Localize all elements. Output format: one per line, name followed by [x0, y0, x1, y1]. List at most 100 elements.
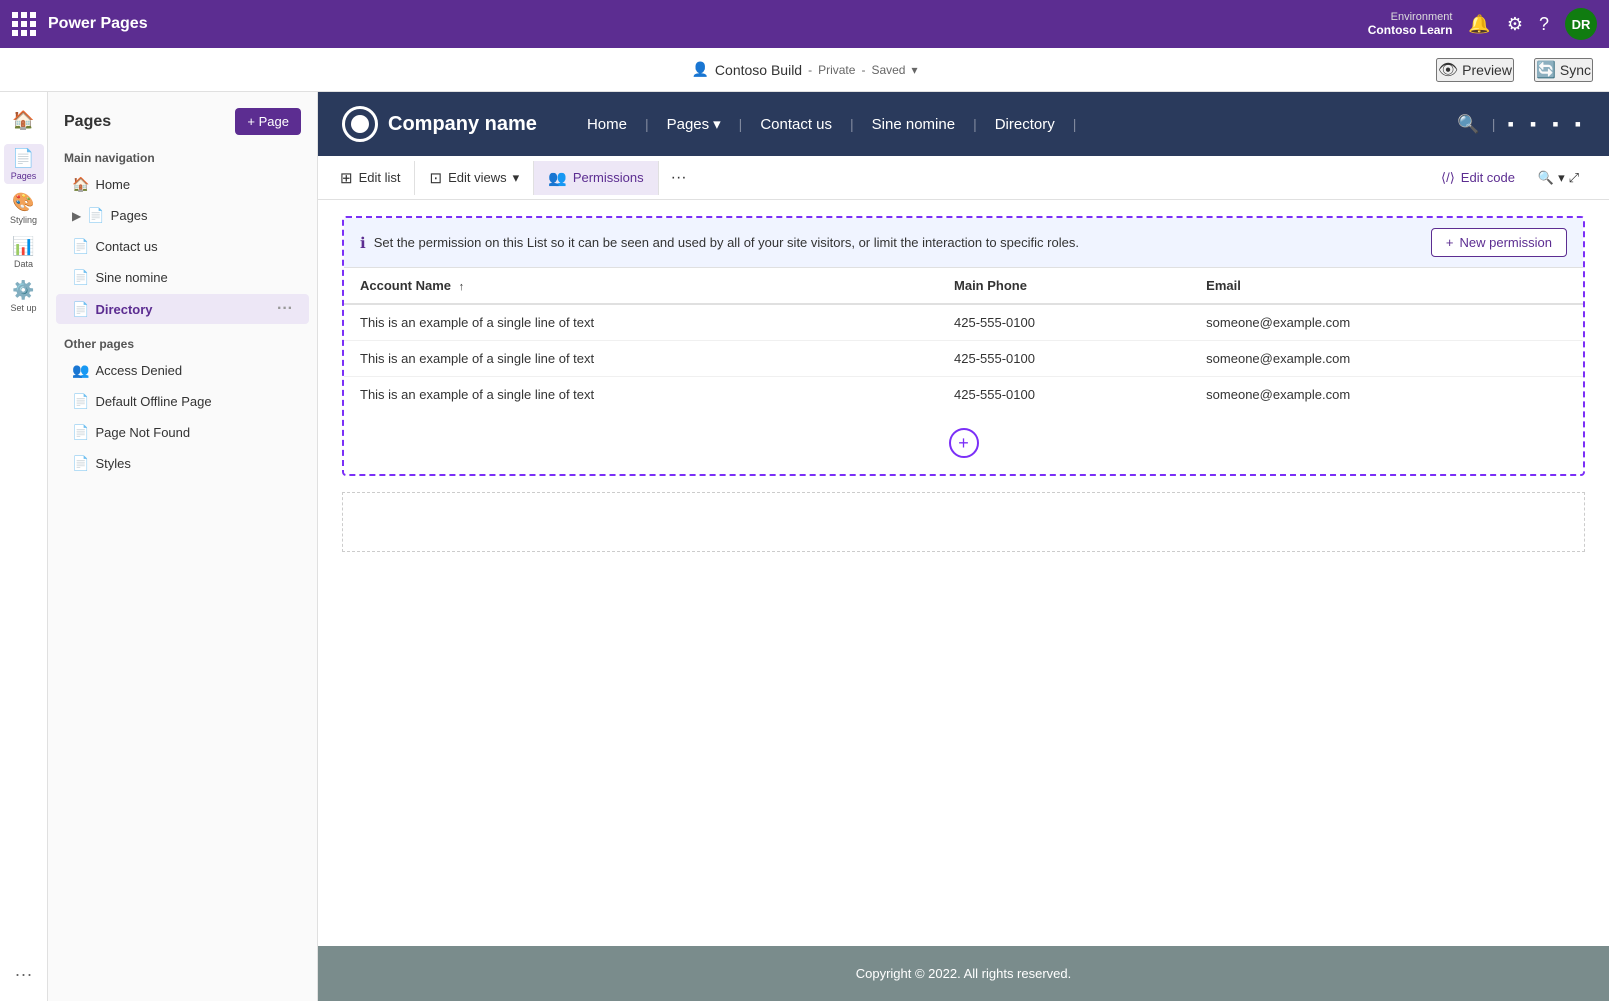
content-area: Company name Home | Pages ▾ | Contact us…	[318, 92, 1609, 1001]
sidebar-item-data[interactable]: 📊 Data	[4, 232, 44, 272]
site-dropdown-chevron[interactable]: ▾	[911, 63, 917, 77]
edit-code-icon: ⟨/⟩	[1441, 170, 1455, 186]
info-icon: ℹ	[360, 234, 366, 252]
cell-phone-3: 425-555-0100	[938, 377, 1190, 413]
col-account-name[interactable]: Account Name ↑	[344, 268, 938, 304]
nav-item-contact[interactable]: 📄 Contact us	[56, 232, 309, 261]
permissions-info-bar: ℹ Set the permission on this List so it …	[344, 218, 1583, 268]
offline-icon: 📄	[72, 393, 89, 410]
website-nav-sine-nomine[interactable]: Sine nomine	[854, 116, 973, 133]
second-bar: 👤 Contoso Build - Private - Saved ▾ 👁 Pr…	[0, 48, 1609, 92]
help-icon[interactable]: ?	[1539, 14, 1549, 35]
top-bar: Power Pages Environment Contoso Learn 🔔 …	[0, 0, 1609, 48]
cell-account-name-3: This is an example of a single line of t…	[344, 377, 938, 413]
styling-icon: 🎨	[12, 192, 34, 213]
site-visibility: -	[808, 63, 812, 77]
sidebar-item-pages[interactable]: 📄 Pages	[4, 144, 44, 184]
nav-item-pages[interactable]: ▶ 📄 Pages	[56, 201, 309, 230]
cell-account-name-2: This is an example of a single line of t…	[344, 341, 938, 377]
footer-text: Copyright © 2022. All rights reserved.	[856, 966, 1072, 981]
nav-item-access-denied[interactable]: 👥 Access Denied	[56, 356, 309, 385]
permissions-button[interactable]: 👥 Permissions	[534, 161, 658, 195]
logo-circle	[342, 106, 378, 142]
environment-info: Environment Contoso Learn	[1368, 11, 1453, 37]
nav-item-directory[interactable]: 📄 Directory ···	[56, 294, 309, 324]
directory-nav-icon: 📄	[72, 301, 89, 318]
settings-icon[interactable]: ⚙	[1507, 14, 1523, 35]
grid-icon-4[interactable]: ▪	[1571, 110, 1585, 139]
table-row[interactable]: This is an example of a single line of t…	[344, 304, 1583, 341]
website-nav-directory[interactable]: Directory	[977, 116, 1073, 133]
nav-item-styles[interactable]: 📄 Styles	[56, 449, 309, 478]
empty-section	[342, 492, 1585, 552]
zoom-control: 🔍 ▾ ⤢	[1538, 170, 1579, 186]
directory-more-icon[interactable]: ···	[277, 300, 293, 318]
website-nav-home[interactable]: Home	[569, 116, 645, 133]
cell-email-3: someone@example.com	[1190, 377, 1583, 413]
edit-list-icon: ⊞	[340, 169, 353, 187]
add-page-button[interactable]: + Page	[235, 108, 301, 135]
zoom-chevron[interactable]: ▾	[1558, 170, 1565, 186]
edit-code-button[interactable]: ⟨/⟩ Edit code	[1427, 164, 1529, 192]
contact-nav-icon: 📄	[72, 238, 89, 255]
sidebar-item-styling[interactable]: 🎨 Styling	[4, 188, 44, 228]
home-nav-icon: 🏠	[72, 176, 89, 193]
access-denied-icon: 👥	[72, 362, 89, 379]
avatar[interactable]: DR	[1565, 8, 1597, 40]
preview-area: Company name Home | Pages ▾ | Contact us…	[318, 92, 1609, 1001]
grid-icon-3[interactable]: ▪	[1548, 110, 1562, 139]
edit-views-icon: ⊡	[429, 169, 442, 187]
edit-views-button[interactable]: ⊡ Edit views ▾	[415, 161, 534, 195]
sidebar-item-home[interactable]: 🏠	[4, 100, 44, 140]
website-nav-icons: 🔍 | ▪ ▪ ▪ ▪	[1453, 110, 1585, 139]
preview-icon: 👁	[1438, 60, 1458, 80]
search-icon[interactable]: 🔍	[1453, 110, 1483, 139]
logo-inner	[351, 115, 369, 133]
zoom-icon[interactable]: 🔍	[1538, 170, 1554, 186]
data-table: Account Name ↑ Main Phone Email	[344, 268, 1583, 412]
cell-email-1: someone@example.com	[1190, 304, 1583, 341]
pages-sidebar: Pages + Page Main navigation 🏠 Home ▶ 📄 …	[48, 92, 318, 1001]
grid-icon-1[interactable]: ▪	[1503, 110, 1517, 139]
site-separator: -	[861, 63, 865, 77]
col-email[interactable]: Email	[1190, 268, 1583, 304]
edit-list-button[interactable]: ⊞ Edit list	[326, 161, 415, 195]
expand-icon[interactable]: ⤢	[1569, 170, 1579, 186]
nav-item-home[interactable]: 🏠 Home	[56, 170, 309, 199]
website-nav-contact[interactable]: Contact us	[742, 116, 850, 133]
sync-button[interactable]: 🔄 Sync	[1534, 58, 1593, 82]
grid-icon-2[interactable]: ▪	[1526, 110, 1540, 139]
pages-nav-icon: 📄	[87, 207, 104, 224]
notification-icon[interactable]: 🔔	[1468, 14, 1490, 35]
website-footer: Copyright © 2022. All rights reserved.	[318, 946, 1609, 1001]
table-row[interactable]: This is an example of a single line of t…	[344, 377, 1583, 413]
table-body: This is an example of a single line of t…	[344, 304, 1583, 412]
table-row[interactable]: This is an example of a single line of t…	[344, 341, 1583, 377]
col-main-phone[interactable]: Main Phone	[938, 268, 1190, 304]
website-nav-pages[interactable]: Pages ▾	[649, 115, 739, 133]
permissions-info-text: Set the permission on this List so it ca…	[374, 235, 1079, 250]
home-icon: 🏠	[12, 110, 34, 131]
waffle-icon[interactable]	[12, 12, 36, 36]
table-header: Account Name ↑ Main Phone Email	[344, 268, 1583, 304]
sidebar-more-icon[interactable]: ···	[15, 964, 33, 985]
nav-item-sine-nomine[interactable]: 📄 Sine nomine	[56, 263, 309, 292]
sync-icon: 🔄	[1536, 60, 1556, 80]
edit-views-chevron: ▾	[513, 170, 520, 186]
data-icon: 📊	[12, 236, 34, 257]
nav-item-page-not-found[interactable]: 📄 Page Not Found	[56, 418, 309, 447]
new-permission-button[interactable]: + New permission	[1431, 228, 1567, 257]
add-section-button[interactable]: +	[949, 428, 979, 458]
sine-nomine-nav-icon: 📄	[72, 269, 89, 286]
website-nav-links: Home | Pages ▾ | Contact us | Sine nomin…	[569, 115, 1453, 133]
nav-item-default-offline[interactable]: 📄 Default Offline Page	[56, 387, 309, 416]
preview-button[interactable]: 👁 Preview	[1436, 58, 1514, 82]
styles-icon: 📄	[72, 455, 89, 472]
website-frame: ℹ Set the permission on this List so it …	[318, 200, 1609, 1001]
toolbar-more-button[interactable]: ···	[659, 161, 699, 195]
expand-icon[interactable]: ▶	[72, 209, 81, 223]
cell-email-2: someone@example.com	[1190, 341, 1583, 377]
sidebar-item-setup[interactable]: ⚙️ Set up	[4, 276, 44, 316]
sort-icon[interactable]: ↑	[459, 281, 465, 293]
pages-header: Pages + Page	[48, 92, 317, 143]
